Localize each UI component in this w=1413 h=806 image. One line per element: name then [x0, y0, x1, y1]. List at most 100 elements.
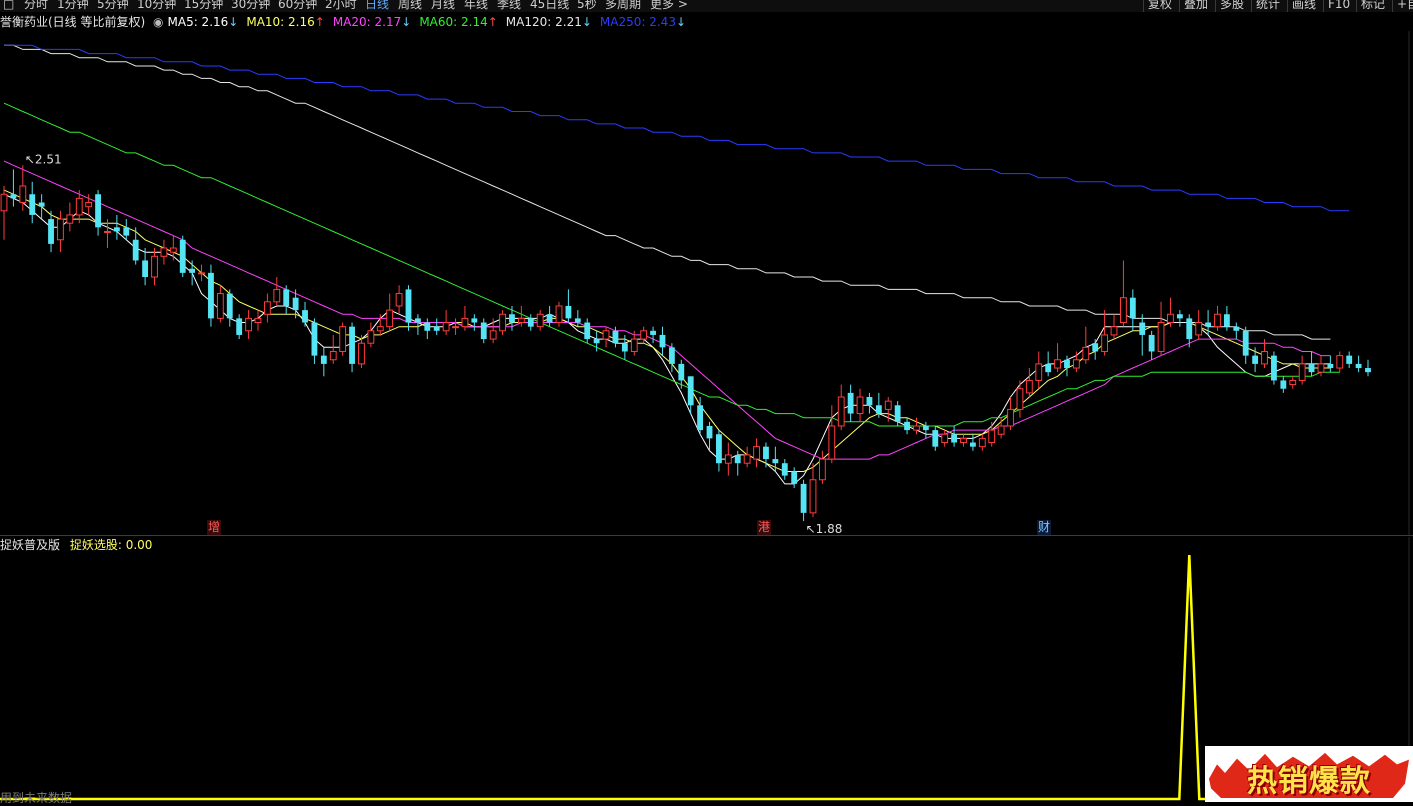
candle-body-up: [198, 272, 205, 275]
candle-body-down: [932, 430, 939, 447]
candle-body-down: [565, 305, 572, 319]
candle-body-up: [151, 255, 158, 278]
candle-body-up: [0, 193, 8, 212]
candle-body-down: [179, 239, 186, 273]
toolbar-left-item-14[interactable]: 5秒: [577, 0, 597, 12]
toolbar-left-item-13[interactable]: 45日线: [530, 0, 569, 12]
candlestick-chart[interactable]: ↖2.51 ↖1.88: [0, 31, 1413, 535]
toolbar-right-item-3[interactable]: 统计: [1256, 0, 1280, 12]
candle-body-up: [1289, 379, 1297, 386]
candle-body-up: [254, 317, 262, 324]
toolbar-left-item-3[interactable]: 10分钟: [137, 0, 176, 12]
event-marker-2[interactable]: 财: [1037, 520, 1052, 535]
candle-body-down: [1308, 363, 1315, 373]
toolbar-right-item-5[interactable]: F10: [1328, 0, 1350, 12]
candle-body-up: [489, 330, 497, 340]
candle-body-up: [358, 342, 365, 365]
promo-badge[interactable]: 热销爆款: [1205, 746, 1413, 802]
candle-body-down: [123, 227, 130, 236]
ma-legend-item-0: MA5: 2.16↓: [168, 15, 243, 29]
toolbar-left-item-5[interactable]: 30分钟: [231, 0, 270, 12]
ma-legend-label: MA250: 2.43: [599, 15, 676, 29]
candle-body-up: [555, 305, 563, 324]
toolbar-left-item-7[interactable]: 2小时: [325, 0, 357, 12]
toolbar-left-item-2[interactable]: 5分钟: [97, 0, 129, 12]
low-price-label: ↖1.88: [806, 522, 843, 535]
candle-body-down: [302, 310, 308, 323]
arrow-down-icon: ↓: [581, 15, 592, 29]
candle-body-down: [875, 405, 882, 414]
candle-body-up: [1035, 363, 1043, 381]
candle-body-up: [376, 326, 384, 332]
candle-body-up: [536, 313, 544, 328]
candle-body-up: [216, 293, 224, 319]
toolbar-separator: [1392, 0, 1393, 12]
toolbar-left-item-11[interactable]: 年线: [464, 0, 488, 12]
indicator-chart[interactable]: [0, 537, 1413, 802]
toolbar-left-item-9[interactable]: 周线: [398, 0, 422, 12]
toolbar-left-item-6[interactable]: 60分钟: [278, 0, 317, 12]
candle-body-up: [818, 458, 826, 481]
settings-icon[interactable]: ◉: [153, 15, 163, 29]
toolbar-right-item-4[interactable]: 画线: [1292, 0, 1316, 12]
candle-body-up: [75, 197, 83, 216]
toolbar-right-item-1[interactable]: 叠加: [1184, 0, 1208, 12]
event-marker-0[interactable]: 增: [207, 520, 222, 535]
toolbar-left-item-1[interactable]: 1分钟: [57, 0, 89, 12]
candle-body-down: [593, 339, 600, 344]
candle-body-up: [452, 326, 459, 329]
candle-body-down: [1176, 314, 1183, 319]
candle-body-down: [113, 227, 120, 232]
candle-body-down: [584, 322, 591, 340]
toolbar-left-item-16[interactable]: 更多 >: [650, 0, 688, 12]
window-icon[interactable]: □: [3, 0, 14, 12]
arrow-down-icon: ↓: [401, 15, 412, 29]
candle-body-up: [997, 425, 1005, 435]
candle-body-down: [1045, 363, 1052, 373]
candle-body-down: [612, 330, 619, 344]
candle-body-up: [1072, 359, 1080, 369]
panel-divider: [0, 535, 1413, 536]
toolbar-left-item-8[interactable]: 日线: [365, 0, 389, 12]
event-marker-1[interactable]: 港: [757, 520, 772, 535]
candle-body-up: [828, 425, 836, 460]
toolbar-right-item-0[interactable]: 复权: [1148, 0, 1172, 12]
candle-body-up: [1214, 313, 1221, 328]
candle-body-up: [743, 454, 751, 464]
ma-legend-label: MA10: 2.16: [246, 15, 315, 29]
toolbar-left-item-0[interactable]: 分时: [24, 0, 48, 12]
candle-body-down: [349, 326, 355, 364]
candle-body-up: [1261, 350, 1268, 365]
candle-body-down: [697, 405, 704, 431]
ma-legend-label: MA20: 2.17: [332, 15, 402, 29]
candle-body-down: [1365, 368, 1371, 373]
candle-body-up: [263, 301, 271, 315]
candle-body-up: [1336, 355, 1344, 369]
candle-body-down: [734, 454, 741, 464]
candle-body-down: [1092, 343, 1099, 352]
candle-body-down: [1280, 380, 1287, 389]
candle-body-down: [659, 334, 666, 348]
toolbar-left-item-4[interactable]: 15分钟: [184, 0, 223, 12]
toolbar-left-item-10[interactable]: 月线: [431, 0, 455, 12]
candle-body-up: [66, 214, 74, 224]
candle-body-up: [1167, 313, 1174, 324]
candle-body-up: [395, 293, 403, 307]
toolbar-separator: [1179, 0, 1180, 12]
candle-body-down: [414, 318, 421, 323]
candle-body-up: [1195, 322, 1203, 336]
candle-body-up: [386, 309, 394, 328]
stock-title: 誉衡药业(日线 等比前复权): [0, 15, 146, 29]
candle-body-down: [38, 202, 45, 207]
toolbar-right-item-2[interactable]: 多股: [1220, 0, 1244, 12]
candle-body-down: [894, 405, 901, 422]
toolbar-right-item-7[interactable]: +自: [1397, 0, 1413, 12]
ma-legend-item-1: MA10: 2.16↑: [246, 15, 328, 29]
candle-body-up: [1101, 334, 1109, 352]
candle-body-down: [311, 322, 318, 356]
toolbar-left-item-15[interactable]: 多周期: [605, 0, 641, 12]
ma-legend-item-3: MA60: 2.14↑: [419, 15, 501, 29]
candle-body-up: [1110, 326, 1118, 336]
toolbar-left-item-12[interactable]: 季线: [497, 0, 521, 12]
toolbar-right-item-6[interactable]: 标记: [1361, 0, 1385, 12]
